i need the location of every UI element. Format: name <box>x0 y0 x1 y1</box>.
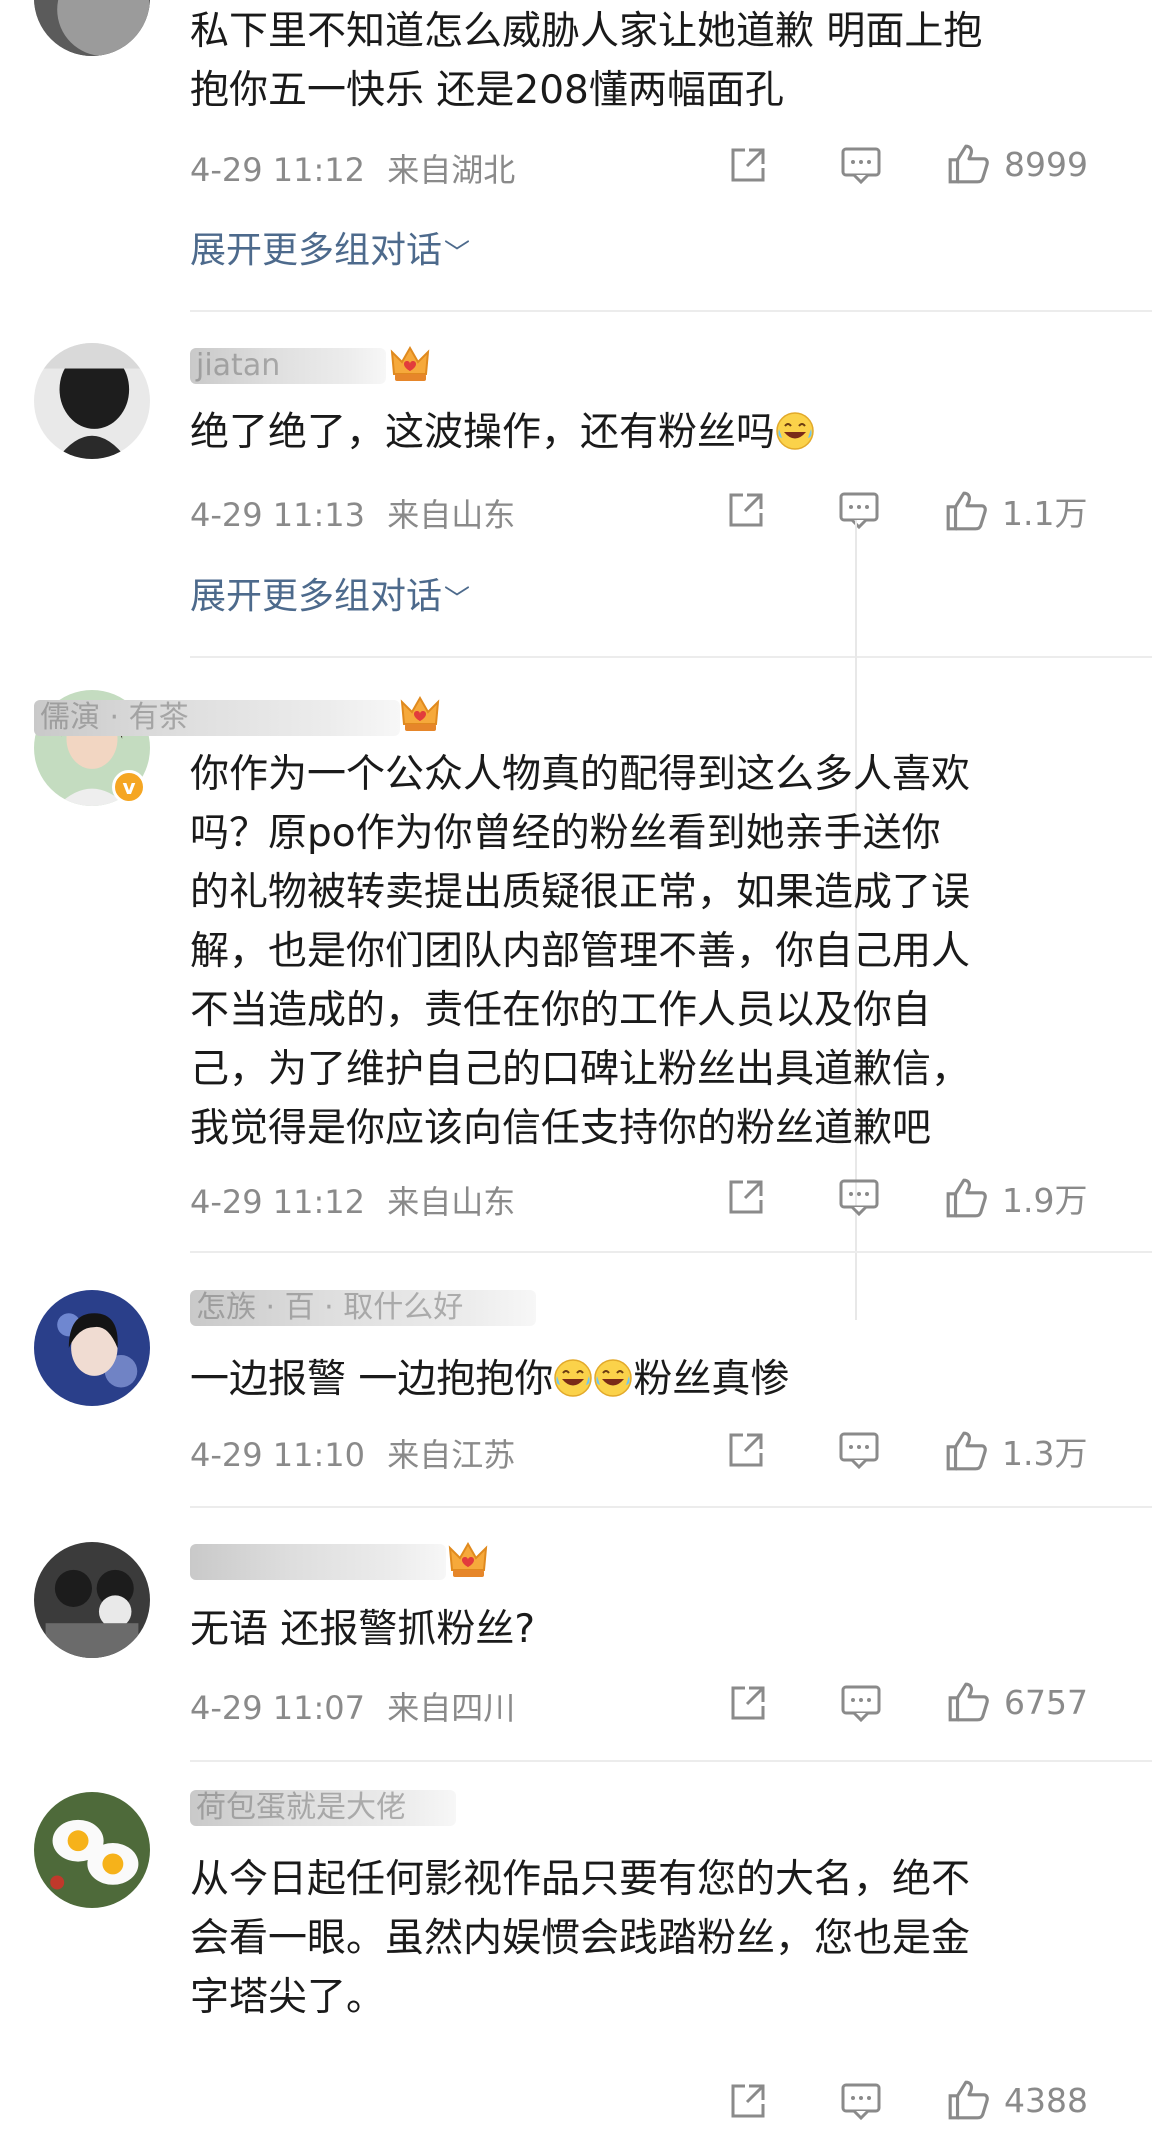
crown-badge-icon <box>449 1543 487 1578</box>
comment-meta: 4-29 11:07 来自四川 <box>190 1683 515 1729</box>
username[interactable]: 儒演 · 有茶 <box>34 700 400 736</box>
chevron-down-icon: ﹀ <box>444 585 471 615</box>
comment-text: 私下里不知道怎么威胁人家让她道歉 明面上抱 抱你五一快乐 还是208懂两幅面孔 <box>190 9 983 113</box>
comment-location: 来自山东 <box>387 1183 516 1221</box>
share-button[interactable] <box>727 144 769 186</box>
like-button[interactable]: 8999 <box>946 142 1088 186</box>
share-button[interactable] <box>725 1176 767 1218</box>
comment-button[interactable] <box>840 144 882 186</box>
comment-text: 绝了绝了，这波操作，还有粉丝吗 <box>190 403 1090 462</box>
comment-button[interactable] <box>840 2080 882 2122</box>
comment-icon <box>841 147 881 184</box>
comment-meta: 4-29 11:10 来自江苏 <box>190 1430 515 1476</box>
divider <box>190 1760 1152 1762</box>
expand-more-link[interactable]: 展开更多组对话﹀ <box>190 567 470 619</box>
expand-more-link[interactable]: 展开更多组对话﹀ <box>190 221 470 273</box>
comment-icon <box>841 2083 881 2120</box>
divider <box>190 656 1152 658</box>
laughing-tears-icon <box>776 412 815 450</box>
comment-time: 4-29 11:07 <box>190 1689 366 1727</box>
comment-time: 4-29 11:12 <box>190 1183 366 1221</box>
crying-laughing-icon <box>594 1359 633 1397</box>
avatar[interactable] <box>34 1792 150 1908</box>
comment-time: 4-29 11:13 <box>190 496 366 534</box>
like-icon <box>946 491 987 531</box>
comment-icon <box>839 492 879 529</box>
chevron-down-icon: ﹀ <box>444 239 471 269</box>
avatar[interactable] <box>34 0 150 56</box>
comment-icon <box>839 1179 879 1216</box>
divider <box>190 1251 1152 1253</box>
like-icon <box>946 1431 987 1471</box>
comment-text: 从今日起任何影视作品只要有您的大名，绝不 会看一眼。虽然内娱惯会践踏粉丝，您也是… <box>190 1857 971 2020</box>
like-icon <box>948 144 989 184</box>
share-icon <box>729 1180 763 1214</box>
like-count: 4388 <box>1004 2080 1088 2120</box>
like-button[interactable]: 1.1万 <box>944 487 1087 535</box>
username[interactable]: 怎族 · 百 · 取什么好 <box>190 1290 536 1326</box>
avatar[interactable] <box>34 1542 150 1658</box>
comment-location: 来自湖北 <box>387 151 516 189</box>
like-icon <box>948 2080 989 2120</box>
like-count: 1.9万 <box>1002 1181 1088 1220</box>
username[interactable] <box>190 1544 446 1580</box>
comment-location: 来自四川 <box>387 1689 516 1727</box>
comment-text: 无语 还报警抓粉丝? <box>190 1607 536 1652</box>
verified-badge-icon: v <box>112 770 146 804</box>
avatar[interactable] <box>34 1290 150 1406</box>
like-icon <box>948 1682 989 1722</box>
avatar[interactable] <box>34 343 150 459</box>
like-count: 1.3万 <box>1002 1434 1088 1473</box>
share-icon <box>731 1686 765 1720</box>
like-button[interactable]: 1.9万 <box>944 1174 1087 1222</box>
like-count: 8999 <box>1004 144 1088 184</box>
comment-meta: 4-29 11:12 来自山东 <box>190 1177 515 1223</box>
comment-text: 你作为一个公众人物真的配得到这么多人喜欢 吗？原po作为你曾经的粉丝看到她亲手送… <box>190 752 971 1151</box>
comment-button[interactable] <box>838 489 880 531</box>
divider <box>190 1506 1152 1508</box>
comment-time: 4-29 11:12 <box>190 151 366 189</box>
like-count: 1.1万 <box>1002 494 1088 533</box>
comment-meta: 4-29 11:12 来自湖北 <box>190 145 515 191</box>
comment-icon <box>841 1685 881 1722</box>
username[interactable]: jiatan <box>190 348 386 384</box>
crown-badge-icon <box>401 697 439 732</box>
username[interactable]: 荷包蛋就是大佬 <box>190 1790 456 1826</box>
crying-laughing-icon <box>554 1359 593 1397</box>
comment-meta: 4-29 11:13 来自山东 <box>190 490 515 536</box>
comment-button[interactable] <box>840 1682 882 1724</box>
share-button[interactable] <box>727 2080 769 2122</box>
share-button[interactable] <box>725 1429 767 1471</box>
crown-badge-icon <box>391 347 429 382</box>
share-icon <box>731 2084 765 2118</box>
like-button[interactable]: 1.3万 <box>944 1427 1087 1475</box>
comment-text: 一边报警 一边抱抱你 粉丝真惨 <box>190 1357 790 1402</box>
share-button[interactable] <box>727 1682 769 1724</box>
like-count: 6757 <box>1004 1682 1088 1722</box>
comment-icon <box>839 1432 879 1469</box>
comment-time: 4-29 11:10 <box>190 1436 366 1474</box>
comment-location: 来自江苏 <box>387 1436 516 1474</box>
comment-location: 来自山东 <box>387 496 516 534</box>
like-button[interactable]: 4388 <box>946 2078 1088 2122</box>
share-button[interactable] <box>725 489 767 531</box>
comment-button[interactable] <box>838 1176 880 1218</box>
share-icon <box>729 493 763 527</box>
share-icon <box>731 148 765 182</box>
comment-button[interactable] <box>838 1429 880 1471</box>
like-button[interactable]: 6757 <box>946 1680 1088 1724</box>
share-icon <box>729 1433 763 1467</box>
like-icon <box>946 1178 987 1218</box>
divider <box>190 310 1152 312</box>
